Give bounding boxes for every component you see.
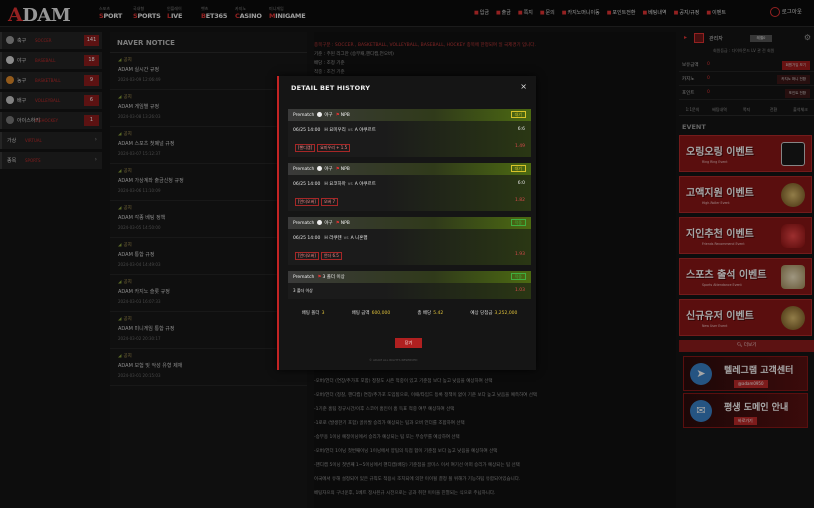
modal-title: DETAIL BET HISTORY [291,84,371,92]
away-team: A 니혼햄 [350,236,368,241]
bet-league: 3 폴더 이상 [322,275,345,280]
bet-league: NPB [340,221,350,226]
bet-summary: 배팅 폴더 3 배팅 금액 600,000 총 배당 5.42 예상 당첨금 3,252… [301,311,518,316]
bet-odds: 1.49 [514,144,525,149]
match-line: 06/25 14:00 H 요미우리 vs A 야쿠르트 [293,127,376,133]
bet-item: Prematch 야구 ⚑NPB 대기 06/25 14:00 H 요코하마 vs A 야쿠르… [288,163,531,211]
vs-label: vs [343,236,349,241]
folder-count: 3 [321,311,325,316]
bet-pick: 3 폴더 이상 [293,288,313,293]
match-time: 06/25 14:00 [293,236,321,241]
bet-pick: [핸디캡] 요미우리 + 1.5 [293,144,351,152]
bet-meta: Prematch 야구 ⚑NPB [293,112,350,118]
bet-status-badge: 적중 [510,219,526,226]
match-line: 06/25 14:00 H 라쿠텐 vs A 니혼햄 [293,235,368,241]
bet-history-modal: DETAIL BET HISTORY × Prematch 야구 ⚑NPB 대기 06/… [277,76,536,370]
expected-win: 3,252,000 [494,311,518,316]
bet-header: Prematch ⚑3 폴더 이상 적중 [288,271,531,283]
league-flag-icon: ⚑ [335,221,340,226]
match-line: 06/25 14:00 H 요코하마 vs A 야쿠르트 [293,181,376,187]
league-flag-icon: ⚑ [335,113,340,118]
home-team: H 라쿠텐 [324,236,342,241]
bet-meta: Prematch 야구 ⚑NPB [293,220,350,226]
bet-type: Prematch [293,221,315,226]
baseball-icon [317,220,323,225]
bet-header: Prematch 야구 ⚑NPB 대기 [288,109,531,121]
bet-sport: 야구 [324,221,333,226]
bet-header: Prematch 야구 ⚑NPB 대기 [288,163,531,175]
bet-item: Prematch 야구 ⚑NPB 대기 06/25 14:00 H 요미우리 vs A 야쿠르… [288,109,531,157]
pick-value: 언더 6.5 [320,252,342,260]
bet-meta: Prematch 야구 ⚑NPB [293,166,350,172]
league-flag-icon: ⚑ [335,167,340,172]
pick-label: [핸디캡] [295,144,316,152]
pick-label: [언더오버] [295,198,319,206]
home-team: H 요미우리 [324,128,346,133]
bet-type: Prematch [293,275,315,280]
bet-sport: 야구 [324,167,333,172]
away-team: A 야쿠르트 [354,128,376,133]
league-flag-icon: ⚑ [317,275,322,280]
baseball-icon [317,166,323,171]
match-time: 06/25 14:00 [293,128,321,133]
bet-pick: [언더오버] 오버 7 [293,198,339,206]
bet-item: Prematch 야구 ⚑NPB 적중 06/25 14:00 H 라쿠텐 vs A 니혼햄 [… [288,217,531,265]
pick-label: [언더오버] [295,252,319,260]
bet-status-badge: 대기 [510,165,526,172]
bet-status-badge: 적중 [510,273,526,280]
vs-label: vs [347,128,353,133]
bet-league: NPB [340,167,350,172]
bet-pick: [언더오버] 언더 6.5 [293,252,342,260]
modal-footer: © ADAM ALL RIGHTS RESERVED [369,358,418,362]
bet-league: NPB [340,113,350,118]
pick-value: 오버 7 [320,198,339,206]
match-score: 6:0 [517,181,525,186]
close-icon[interactable]: × [520,82,527,91]
bet-body: 3 폴더 이상 1.03 [288,283,531,299]
match-time: 06/25 14:00 [293,182,321,187]
bet-body: 06/25 14:00 H 요코하마 vs A 야쿠르트 6:0 [언더오버] 오버 7 1.… [288,175,531,211]
close-button[interactable]: 닫기 [395,338,422,348]
bet-header: Prematch 야구 ⚑NPB 적중 [288,217,531,229]
away-team: A 야쿠르트 [354,182,376,187]
bet-meta: Prematch ⚑3 폴더 이상 [293,274,345,280]
bet-item: Prematch ⚑3 폴더 이상 적중 3 폴더 이상 1.03 [288,271,531,299]
bet-type: Prematch [293,113,315,118]
vs-label: vs [347,182,353,187]
bet-status-badge: 대기 [510,111,526,118]
bet-type: Prematch [293,167,315,172]
bet-body: 06/25 14:00 H 요미우리 vs A 야쿠르트 6:6 [핸디캡] 요미우리 + … [288,121,531,157]
bet-odds: 1.82 [514,198,525,203]
bet-odds: 1.93 [514,252,525,257]
bet-odds: 1.03 [514,288,525,293]
match-score: 6:6 [517,127,525,132]
bet-body: 06/25 14:00 H 라쿠텐 vs A 니혼햄 [언더오버] 언더 6.5 1.93 [288,229,531,265]
bet-sport: 야구 [324,113,333,118]
baseball-icon [317,112,323,117]
bet-amount: 600,000 [371,311,391,316]
total-odds: 5.42 [433,311,444,316]
pick-value: 요미우리 + 1.5 [317,144,351,152]
home-team: H 요코하마 [324,182,346,187]
